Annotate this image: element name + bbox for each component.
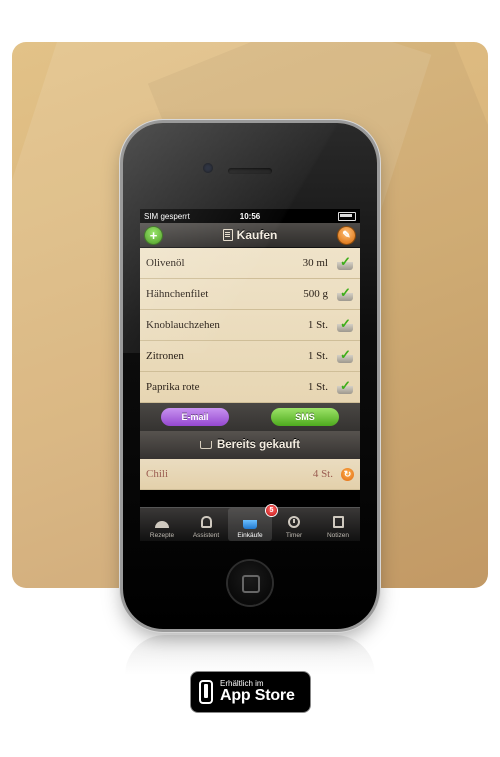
item-name: Chili	[146, 468, 169, 480]
bought-section-title: Bereits gekauft	[216, 439, 301, 451]
share-actions: E-mail SMS	[140, 403, 360, 431]
shopping-list: Olivenöl 30 ml ✓ Hähnchenfilet 500 g ✓ K…	[140, 248, 360, 403]
status-bar: SIM gesperrt 10:56	[140, 209, 360, 223]
item-name: Olivenöl	[146, 257, 185, 269]
sms-button[interactable]: SMS	[271, 408, 339, 426]
page-title-text: Kaufen	[236, 228, 278, 242]
item-name: Knoblauchzehen	[146, 319, 220, 331]
notes-icon	[330, 515, 346, 529]
basket-icon	[199, 441, 212, 449]
item-name: Paprika rote	[146, 381, 200, 393]
tab-einkaeufe[interactable]: 5 Einkäufe	[228, 505, 277, 541]
list-item[interactable]: Knoblauchzehen 1 St. ✓	[140, 310, 360, 341]
item-quantity: 1 St.	[307, 350, 328, 362]
app-store-line2: App Store	[220, 687, 295, 704]
tab-notizen[interactable]: Notizen	[316, 508, 360, 541]
battery-icon	[338, 211, 356, 221]
item-quantity: 30 ml	[302, 257, 328, 269]
email-button[interactable]: E-mail	[161, 408, 229, 426]
tab-label: Notizen	[326, 532, 350, 539]
chef-hat-icon	[198, 515, 214, 529]
list-item[interactable]: Paprika rote 1 St. ✓	[140, 372, 360, 403]
clock-icon	[286, 515, 302, 529]
edit-button[interactable]: ✎	[337, 226, 355, 244]
basket-check-icon[interactable]: ✓	[336, 379, 354, 394]
front-camera	[203, 163, 213, 173]
basket-check-icon[interactable]: ✓	[336, 317, 354, 332]
item-quantity: 4 St.	[312, 468, 333, 480]
item-name: Hähnchenfilet	[146, 288, 209, 300]
add-item-button[interactable]: +	[145, 226, 162, 244]
cloche-icon	[154, 515, 170, 529]
tab-label: Timer	[285, 532, 303, 539]
phone-icon	[199, 680, 213, 704]
tab-timer[interactable]: Timer	[272, 508, 316, 541]
basket-icon	[242, 515, 258, 529]
tab-label: Assistent	[192, 532, 220, 539]
tab-rezepte[interactable]: Rezepte	[140, 508, 184, 541]
app-store-badge[interactable]: Erhältlich im App Store	[191, 672, 310, 712]
item-quantity: 1 St.	[307, 319, 328, 331]
phone-reflection	[125, 635, 375, 675]
list-item[interactable]: Chili 4 St. ↻	[140, 459, 360, 490]
bought-list: Chili 4 St. ↻	[140, 459, 360, 490]
navigation-bar: + Kaufen ✎	[140, 223, 360, 248]
bought-section-header: Bereits gekauft	[140, 431, 360, 459]
list-item[interactable]: Olivenöl 30 ml ✓	[140, 248, 360, 279]
item-quantity: 500 g	[303, 288, 328, 300]
app-screen: SIM gesperrt 10:56 + Kaufen ✎ Olivenöl 3…	[140, 209, 360, 541]
tab-bar: Rezepte Assistent 5 Einkäufe Timer Notiz…	[140, 505, 360, 541]
list-item[interactable]: Zitronen 1 St. ✓	[140, 341, 360, 372]
app-store-text: Erhältlich im App Store	[220, 680, 295, 704]
list-item[interactable]: Hähnchenfilet 500 g ✓	[140, 279, 360, 310]
document-icon	[222, 229, 233, 241]
tab-label: Einkäufe	[237, 532, 263, 539]
earpiece-speaker	[228, 168, 272, 174]
page-title: Kaufen	[222, 228, 278, 242]
iphone-device: SIM gesperrt 10:56 + Kaufen ✎ Olivenöl 3…	[123, 123, 377, 629]
item-name: Zitronen	[146, 350, 184, 362]
tab-label: Rezepte	[149, 532, 175, 539]
item-quantity: 1 St.	[307, 381, 328, 393]
home-button[interactable]	[228, 561, 272, 605]
restore-icon[interactable]: ↻	[341, 467, 354, 481]
status-time: 10:56	[239, 211, 261, 221]
basket-check-icon[interactable]: ✓	[336, 348, 354, 363]
tab-assistent[interactable]: Assistent	[184, 508, 228, 541]
basket-check-icon[interactable]: ✓	[336, 286, 354, 301]
basket-check-icon[interactable]: ✓	[336, 255, 354, 270]
